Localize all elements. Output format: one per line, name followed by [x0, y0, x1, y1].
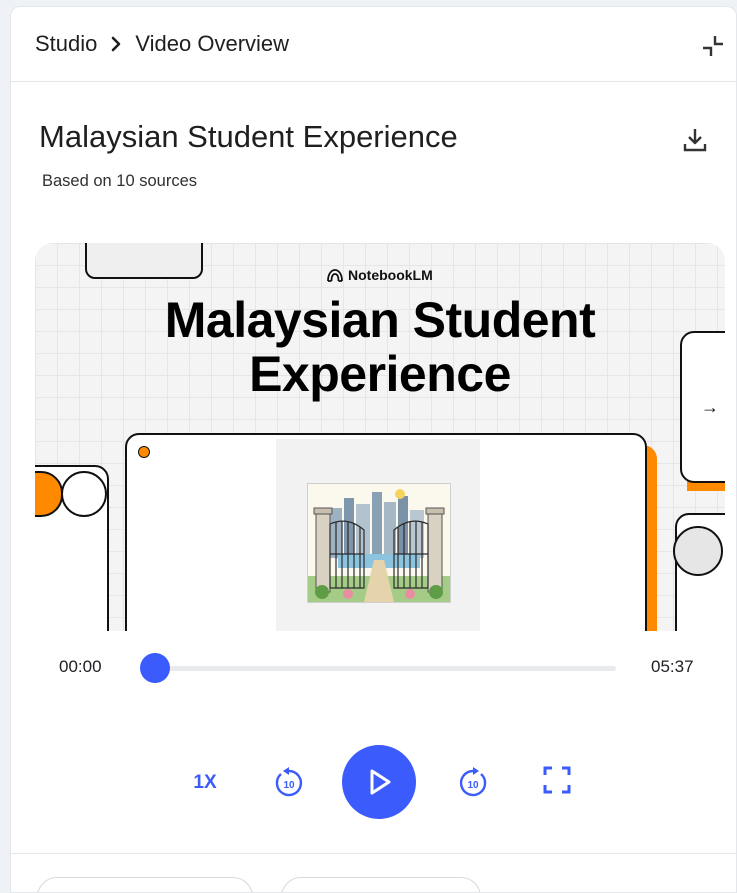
collapse-icon — [703, 36, 723, 56]
seek-thumb[interactable] — [140, 653, 170, 683]
video-frame[interactable]: NotebookLM Malaysian Student Experience … — [35, 243, 725, 631]
forward-10-icon: 10 — [459, 767, 487, 797]
replay-10-button[interactable]: 10 — [269, 763, 309, 803]
video-title-line-1: Malaysian Student — [164, 292, 596, 348]
svg-text:10: 10 — [283, 780, 295, 791]
panel-header: Studio Video Overview — [11, 7, 736, 82]
download-icon — [683, 129, 707, 152]
play-icon — [370, 769, 391, 795]
decor-circle-left — [61, 471, 107, 517]
download-button[interactable] — [680, 125, 710, 155]
play-button[interactable] — [342, 745, 416, 819]
footer-chip-2[interactable] — [281, 877, 481, 892]
footer-divider — [11, 853, 736, 854]
next-slide-card[interactable]: → — [680, 331, 725, 483]
breadcrumb-video-overview: Video Overview — [135, 31, 290, 56]
current-time: 00:00 — [59, 657, 102, 676]
breadcrumb-studio[interactable]: Studio — [35, 31, 97, 57]
collapse-button[interactable] — [700, 33, 726, 59]
arrow-right-icon: → — [701, 396, 719, 417]
fullscreen-button[interactable] — [539, 762, 575, 798]
svg-text:10: 10 — [467, 780, 479, 791]
video-title-line-2: Experience — [249, 346, 511, 402]
fullscreen-icon — [543, 766, 571, 794]
notebooklm-brand: NotebookLM — [327, 267, 433, 283]
playback-speed-button[interactable]: 1X — [185, 765, 225, 801]
brand-name: NotebookLM — [348, 267, 433, 283]
campus-gate-illustration — [307, 483, 451, 603]
studio-panel: Studio Video Overview Malaysian Student … — [10, 6, 737, 893]
forward-10-button[interactable]: 10 — [453, 763, 493, 803]
duration: 05:37 — [651, 657, 694, 676]
footer-chip-1[interactable] — [37, 877, 253, 892]
decor-orange-dot — [138, 446, 150, 458]
video-title: Malaysian Student Experience — [35, 293, 725, 401]
decor-circle-right — [673, 526, 723, 576]
overview-title: Malaysian Student Experience — [39, 119, 458, 154]
chevron-right-icon — [105, 33, 127, 55]
replay-10-icon: 10 — [275, 767, 303, 797]
notebooklm-logo-icon — [327, 269, 343, 282]
slide-image-area — [276, 439, 480, 631]
decor-card-top — [85, 243, 203, 279]
overview-subtitle: Based on 10 sources — [42, 172, 198, 190]
seek-bar[interactable] — [140, 653, 616, 683]
breadcrumb: Studio Video Overview — [35, 31, 289, 57]
